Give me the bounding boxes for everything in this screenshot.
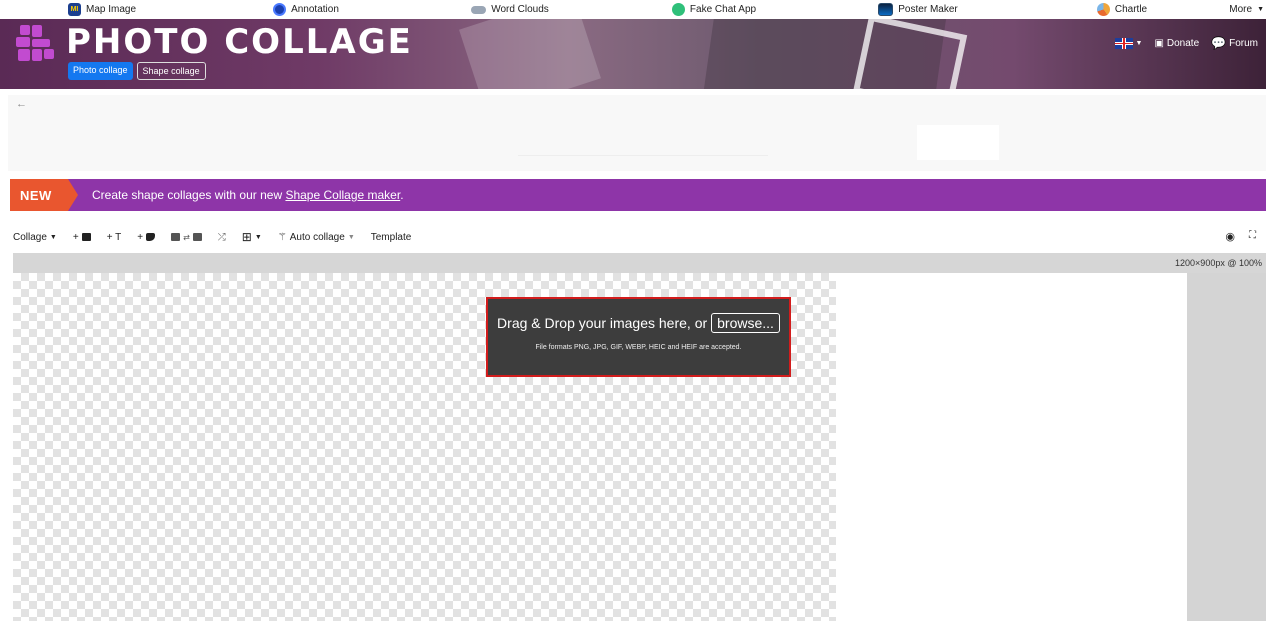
forum-label: Forum bbox=[1229, 37, 1258, 49]
preview-eye-icon[interactable]: ◉ bbox=[1225, 230, 1235, 243]
auto-collage-button[interactable]: ⚚ Auto collage ▼ bbox=[278, 232, 355, 243]
divider bbox=[518, 155, 768, 156]
annotation-logo-icon bbox=[273, 3, 287, 16]
grid-icon: ⊞ bbox=[241, 230, 252, 244]
shuffle-icon: ⤮ bbox=[217, 231, 226, 243]
add-text-button[interactable]: + T bbox=[107, 232, 122, 243]
promo-banner: NEW Create shape collages with our new S… bbox=[10, 179, 1266, 211]
nav-label: Word Clouds bbox=[491, 4, 549, 15]
canvas-size-info: 1200×900px @ 100% bbox=[1175, 258, 1262, 268]
collage-type-tabs: Photo collage Shape collage bbox=[68, 62, 206, 80]
drop-zone-message: Drag & Drop your images here, or browse.… bbox=[488, 313, 789, 333]
canvas-info-bar: 1200×900px @ 100% bbox=[13, 253, 1266, 273]
donate-link[interactable]: ▣ Donate bbox=[1154, 38, 1199, 49]
chat-bubbles-icon: 💬 bbox=[1211, 36, 1227, 50]
nav-label: Map Image bbox=[85, 4, 137, 15]
promo-text: Create shape collages with our new Shape… bbox=[92, 188, 404, 202]
nav-chartle[interactable]: Chartle bbox=[1020, 0, 1224, 19]
nav-word-clouds[interactable]: Word Clouds bbox=[408, 0, 612, 19]
uk-flag-icon bbox=[1114, 37, 1133, 49]
new-badge: NEW bbox=[10, 179, 78, 211]
nav-fake-chat-app[interactable]: Fake Chat App bbox=[612, 0, 816, 19]
top-navigation: MI Map Image Annotation Word Clouds Fake… bbox=[0, 0, 1266, 19]
chevron-down-icon: ▼ bbox=[347, 233, 355, 241]
swap-images-button[interactable]: ⇄ bbox=[171, 233, 202, 242]
back-arrow-icon[interactable]: ← bbox=[16, 98, 27, 110]
fullscreen-icon[interactable]: ⛶ bbox=[1249, 230, 1256, 243]
promo-suffix: . bbox=[400, 188, 404, 202]
add-image-button[interactable]: + bbox=[73, 232, 91, 243]
collage-menu-button[interactable]: Collage ▼ bbox=[13, 232, 57, 243]
chevron-down-icon: ▼ bbox=[1257, 6, 1264, 13]
photo-collage-logo-icon bbox=[16, 25, 56, 65]
image-icon bbox=[192, 233, 202, 241]
chevron-down-icon: ▼ bbox=[254, 233, 262, 241]
shuffle-button[interactable]: ⤮ bbox=[218, 232, 226, 243]
drop-zone-text: Drag & Drop your images here, or bbox=[497, 315, 708, 331]
nav-label: Annotation bbox=[291, 4, 339, 15]
header-actions: ▼ ▣ Donate 💬 Forum bbox=[1114, 36, 1258, 50]
nav-label: Fake Chat App bbox=[689, 4, 757, 15]
nav-label: Chartle bbox=[1114, 4, 1148, 15]
nav-map-image[interactable]: MI Map Image bbox=[0, 0, 204, 19]
collage-menu-label: Collage bbox=[13, 231, 47, 243]
accepted-formats-text: File formats PNG, JPG, GIF, WEBP, HEIC a… bbox=[535, 344, 742, 351]
tab-shape-collage[interactable]: Shape collage bbox=[136, 62, 206, 80]
map-image-logo-icon: MI bbox=[67, 3, 81, 16]
template-button[interactable]: Template bbox=[371, 232, 412, 243]
page-title: PHOTO COLLAGE bbox=[66, 22, 413, 62]
image-icon bbox=[81, 233, 91, 241]
banner-photo-frame-decoration bbox=[852, 19, 968, 89]
swap-arrows-icon: ⇄ bbox=[183, 232, 190, 242]
tab-photo-collage[interactable]: Photo collage bbox=[68, 62, 133, 80]
promo-message: Create shape collages with our new bbox=[92, 188, 286, 202]
chevron-down-icon: ▼ bbox=[49, 233, 57, 241]
auto-collage-label: Auto collage bbox=[289, 231, 345, 243]
chartle-logo-icon bbox=[1096, 3, 1110, 16]
editor-side-area bbox=[836, 273, 1187, 621]
ad-area bbox=[8, 95, 1266, 171]
nav-label: Poster Maker bbox=[898, 4, 958, 15]
add-sticker-button[interactable]: + bbox=[137, 231, 156, 243]
nav-more-dropdown[interactable]: More ▼ bbox=[1224, 0, 1266, 19]
ad-placeholder bbox=[917, 125, 999, 160]
plus-icon: + bbox=[137, 231, 144, 243]
donate-icon: ▣ bbox=[1154, 37, 1164, 49]
add-text-label: + T bbox=[106, 231, 122, 243]
language-selector[interactable]: ▼ bbox=[1114, 37, 1143, 49]
browse-button[interactable]: browse... bbox=[711, 313, 780, 333]
image-drop-zone[interactable]: Drag & Drop your images here, or browse.… bbox=[486, 297, 791, 377]
sticker-icon bbox=[146, 233, 156, 241]
word-clouds-logo-icon bbox=[471, 5, 487, 14]
editor-toolbar: Collage ▼ + + T + ⇄ ⤮ ⊞ ▼ ⚚ Auto collage… bbox=[13, 224, 1266, 250]
template-label: Template bbox=[370, 231, 412, 243]
forum-link[interactable]: 💬 Forum bbox=[1211, 36, 1258, 50]
poster-maker-logo-icon bbox=[878, 3, 894, 16]
fake-chat-logo-icon bbox=[671, 3, 685, 16]
shape-collage-maker-link[interactable]: Shape Collage maker bbox=[285, 188, 400, 202]
image-icon bbox=[171, 233, 181, 241]
banner-photo-decoration bbox=[459, 19, 601, 89]
chevron-down-icon: ▼ bbox=[1135, 39, 1143, 47]
donate-label: Donate bbox=[1166, 37, 1200, 49]
nav-annotation[interactable]: Annotation bbox=[204, 0, 408, 19]
editor-scrollbar[interactable] bbox=[1187, 273, 1266, 621]
nav-more-label: More bbox=[1229, 4, 1253, 15]
header-banner: PHOTO COLLAGE Photo collage Shape collag… bbox=[0, 19, 1266, 89]
toolbar-right-actions: ◉ ⛶ bbox=[1225, 230, 1256, 243]
nav-poster-maker[interactable]: Poster Maker bbox=[816, 0, 1020, 19]
plus-icon: + bbox=[72, 231, 79, 243]
magic-wand-icon: ⚚ bbox=[277, 231, 287, 243]
grid-layout-button[interactable]: ⊞ ▼ bbox=[242, 230, 262, 244]
